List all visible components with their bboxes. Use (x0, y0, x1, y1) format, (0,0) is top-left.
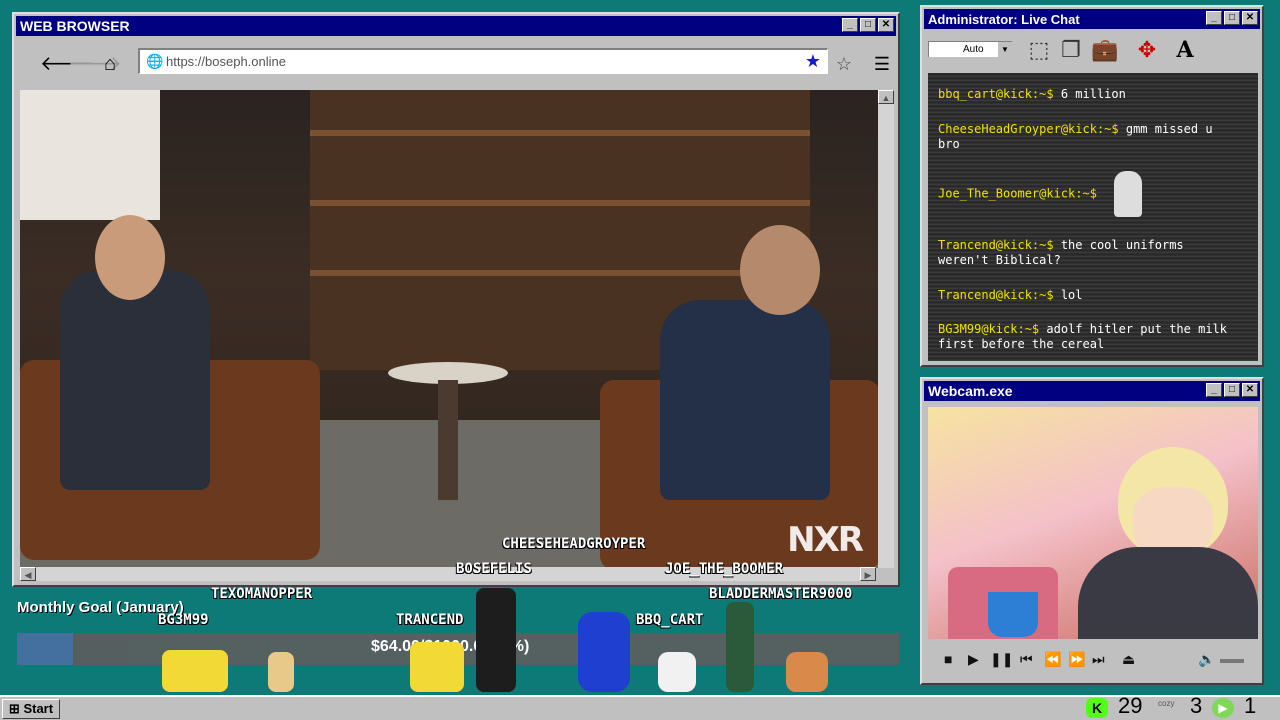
wall-painting (20, 90, 160, 220)
volume-slider[interactable] (1220, 659, 1244, 663)
sonic-sprite (578, 612, 630, 692)
minimize-button[interactable]: _ (1206, 383, 1222, 397)
webcam-titlebar[interactable]: Webcam.exe _ □ ✕ (924, 381, 1260, 401)
browser-title: WEB BROWSER (20, 18, 130, 34)
chat-title: Administrator: Live Chat (928, 12, 1080, 27)
chat-message: Trancend@kick:~$ lol (938, 288, 1083, 302)
close-button[interactable]: ✕ (1242, 11, 1258, 25)
webcam-feed (928, 407, 1258, 639)
close-button[interactable]: ✕ (878, 18, 894, 32)
fox-sprite (268, 652, 294, 692)
move-icon[interactable]: ✥ (1132, 35, 1162, 65)
browser-window: WEB BROWSER _ □ ✕ 🡐 🡒 ⌂ 🌐 https://boseph… (12, 12, 900, 587)
cat-sprite (658, 652, 696, 692)
browser-titlebar[interactable]: WEB BROWSER _ □ ✕ (16, 16, 896, 36)
video-player[interactable]: NXR (20, 90, 880, 568)
minimize-button[interactable]: _ (1206, 11, 1222, 25)
viewer-name: TEXOMANOPPER (211, 586, 313, 602)
favorites-icon[interactable]: ☆ (832, 52, 856, 76)
chat-message: BG3M99@kick:~$ adolf hitler put the milk… (938, 322, 1228, 351)
minimize-button[interactable]: _ (842, 18, 858, 32)
pikachu-sprite (162, 650, 228, 692)
globe-icon: 🌐 (146, 53, 164, 69)
webcam-title: Webcam.exe (928, 383, 1013, 399)
chat-titlebar[interactable]: Administrator: Live Chat _ □ ✕ (924, 9, 1260, 29)
briefcase-icon[interactable]: 💼 (1090, 35, 1120, 65)
guest-right (660, 300, 830, 500)
rumble-count: 1 (1244, 693, 1257, 718)
pikachu-sprite (410, 642, 464, 692)
forward-icon[interactable]: 🡒 (68, 52, 122, 76)
host-left (60, 270, 210, 490)
avatar-body (1078, 547, 1258, 639)
maximize-button[interactable]: □ (860, 18, 876, 32)
stop-icon[interactable]: ■ (944, 651, 952, 667)
back-icon[interactable]: 🡐 (40, 52, 94, 76)
vertical-scrollbar[interactable]: ▲ (878, 90, 894, 568)
pause-icon[interactable]: ❚❚ (990, 651, 1013, 668)
play-icon[interactable]: ▶ (968, 651, 979, 668)
skip-back-icon[interactable]: ⏮ (1020, 651, 1033, 668)
cozy-label: cozy (1158, 699, 1175, 708)
maximize-button[interactable]: □ (1224, 383, 1240, 397)
font-size-value: Auto (963, 44, 984, 55)
start-button[interactable]: ⊞ Start (2, 699, 60, 719)
home-icon[interactable]: ⌂ (98, 52, 122, 76)
font-size-select[interactable]: Auto ▼ (928, 41, 1012, 58)
browser-navbar: 🡐 🡒 ⌂ 🌐 https://boseph.online ★ ☆ ☰ (18, 38, 894, 90)
viewer-name: BBQ_CART (636, 612, 704, 628)
cozy-count: 3 (1190, 693, 1203, 718)
crab-sprite (786, 652, 828, 692)
bookmark-star-icon[interactable]: ★ (805, 51, 821, 72)
viewer-name: JOE_THE_BOOMER (665, 561, 784, 577)
eject-icon[interactable]: ⏏ (1122, 651, 1135, 668)
address-bar[interactable]: 🌐 https://boseph.online ★ (138, 48, 828, 74)
viewer-name: BG3M99 (158, 612, 209, 628)
font-icon[interactable]: A (1170, 35, 1200, 65)
windows-logo-icon: ⊞ (8, 701, 20, 716)
chat-window: Administrator: Live Chat _ □ ✕ Auto ▼ ⬚ … (920, 5, 1264, 367)
swordsman-sprite (726, 602, 754, 692)
chat-message: bbq_cart@kick:~$ 6 million (938, 87, 1126, 101)
chat-message: Joe_The_Boomer@kick:~$ (938, 171, 1238, 217)
viewer-count: 29 (1118, 693, 1143, 718)
rewind-icon[interactable]: ⏪ (1044, 651, 1061, 668)
media-controls: ■ ▶ ❚❚ ⏮ ⏪ ⏩ ⏭ ⏏ 🔈 (928, 647, 1256, 677)
emote-image (1114, 171, 1143, 217)
menu-icon[interactable]: ☰ (870, 52, 894, 76)
goal-progress-fill (17, 633, 74, 665)
rumble-icon: ▶ (1212, 698, 1234, 718)
viewer-name: BLADDERMASTER9000 (709, 586, 853, 602)
viewer-name: CHEESEHEADGROYPER (502, 536, 646, 552)
chat-toolbar: Auto ▼ ⬚ ❐ 💼 ✥ A (926, 31, 1258, 69)
skip-forward-icon[interactable]: ⏭ (1092, 651, 1105, 668)
close-button[interactable]: ✕ (1242, 383, 1258, 397)
fast-forward-icon[interactable]: ⏩ (1068, 651, 1085, 668)
select-marquee-icon[interactable]: ⬚ (1024, 35, 1054, 65)
viewer-name: BOSEFELIS (456, 561, 532, 577)
chat-messages: bbq_cart@kick:~$ 6 million CheeseHeadGro… (928, 73, 1258, 361)
volume-icon[interactable]: 🔈 (1198, 651, 1215, 668)
webcam-window: Webcam.exe _ □ ✕ ■ ▶ ❚❚ ⏮ ⏪ ⏩ ⏭ ⏏ 🔈 (920, 377, 1264, 685)
taskbar: ⊞ Start K 29 cozy 3 ▶ 1 (0, 693, 1280, 720)
copy-icon[interactable]: ❐ (1056, 35, 1086, 65)
kick-logo-icon: K (1086, 698, 1108, 718)
chat-message: CheeseHeadGroyper@kick:~$ gmm missed u b… (938, 122, 1213, 151)
viewer-name: TRANCEND (396, 612, 464, 628)
nxr-watermark: NXR (787, 520, 864, 560)
chevron-down-icon: ▼ (998, 42, 1012, 58)
mug-image (988, 592, 1038, 637)
maximize-button[interactable]: □ (1224, 11, 1240, 25)
url-text: https://boseph.online (166, 54, 286, 69)
dark-character-sprite (476, 588, 516, 692)
chat-message: Trancend@kick:~$ the cool uniforms weren… (938, 238, 1184, 267)
